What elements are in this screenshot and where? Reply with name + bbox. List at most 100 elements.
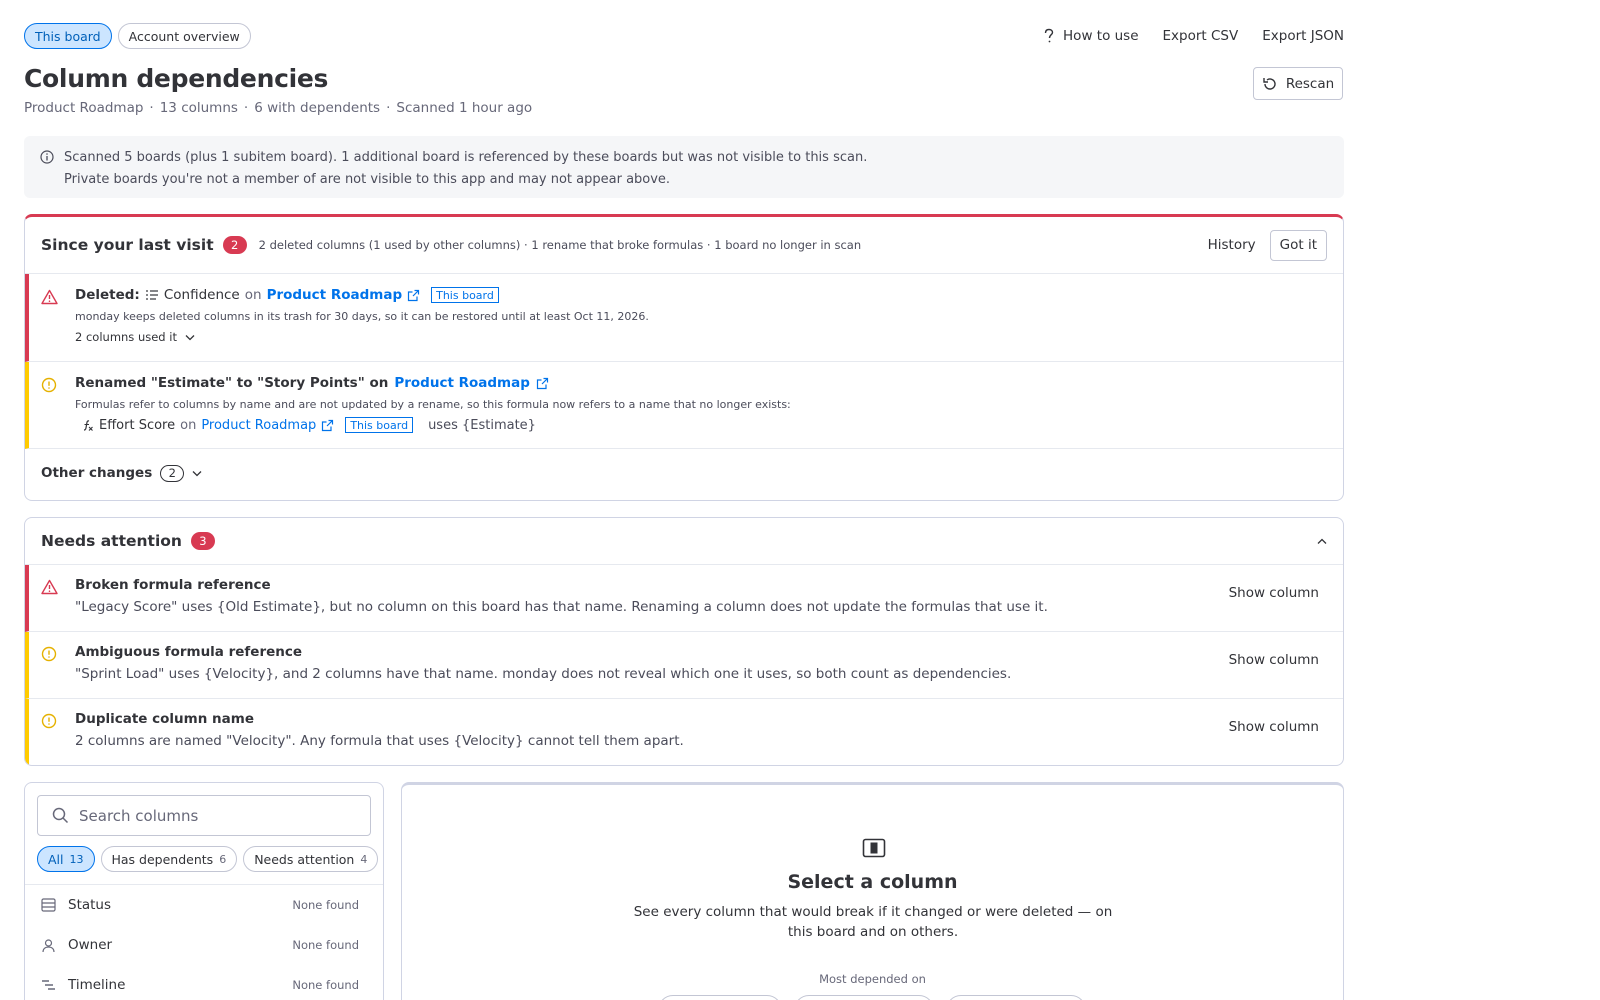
external-link-icon[interactable] (407, 289, 420, 302)
search-icon (52, 807, 69, 824)
status-icon (41, 898, 56, 912)
formula-icon (81, 419, 94, 432)
rescan-label: Rescan (1285, 75, 1335, 92)
this-board-tag: This board (431, 287, 499, 303)
history-button[interactable]: History (1208, 237, 1256, 253)
got-it-button[interactable]: Got it (1269, 229, 1327, 261)
since-header: Since your last visit 2 2 deleted column… (25, 217, 1343, 274)
refresh-icon (1262, 76, 1278, 92)
filter-has-dependents[interactable]: Has dependents 6 (100, 846, 238, 872)
attention-item: Broken formula reference "Legacy Score" … (25, 565, 1343, 632)
warning-circle-icon (41, 713, 57, 729)
filter-count: 6 (219, 852, 227, 866)
renamed-row: Renamed "Estimate" to "Story Points" on … (25, 362, 1343, 449)
deleted-row: Deleted: Confidence on Product Roadmap T… (25, 274, 1343, 362)
attention-header[interactable]: Needs attention 3 (25, 518, 1343, 565)
column-chip[interactable] (658, 995, 782, 1000)
attention-item-desc: "Sprint Load" uses {Velocity}, and 2 col… (75, 666, 1012, 682)
top-bar: This board Account overview How to use E… (24, 23, 1344, 49)
column-name: Owner (68, 937, 113, 953)
on-label: on (244, 287, 262, 303)
rescan-button[interactable]: Rescan (1253, 67, 1343, 100)
person-icon (41, 938, 56, 953)
column-name: Timeline (68, 977, 126, 993)
info-line-2: Private boards you're not a member of ar… (64, 172, 671, 187)
show-column-button[interactable]: Show column (1229, 652, 1319, 668)
attention-item-desc: 2 columns are named "Velocity". Any form… (75, 733, 684, 749)
separator: · (386, 100, 391, 116)
board-link[interactable]: Product Roadmap (201, 418, 316, 433)
list-item[interactable]: Status None found (25, 885, 383, 925)
how-to-use-link[interactable]: How to use (1043, 28, 1139, 44)
warning-triangle-icon (41, 579, 58, 595)
filter-all[interactable]: All 13 (37, 846, 95, 872)
attention-item-title: Broken formula reference (75, 577, 271, 593)
renamed-note: Formulas refer to columns by name and ar… (75, 398, 791, 411)
formula-column-name: Effort Score (99, 417, 176, 433)
separator: · (149, 100, 154, 116)
other-changes-count: 2 (160, 464, 185, 482)
search-input[interactable]: Search columns (37, 795, 371, 836)
filter-label: All (48, 851, 64, 867)
filter-needs-attention[interactable]: Needs attention 4 (243, 846, 379, 872)
column-list: Status None found Owner None found Timel… (25, 884, 383, 1000)
search-placeholder: Search columns (79, 806, 199, 825)
list-item[interactable]: Owner None found (25, 925, 383, 965)
info-line-1: Scanned 5 boards (plus 1 subitem board).… (64, 150, 868, 165)
show-column-button[interactable]: Show column (1229, 719, 1319, 735)
chevron-up-icon[interactable] (1317, 538, 1327, 545)
column-select-icon (862, 838, 886, 858)
page-title: Column dependencies (24, 64, 329, 93)
most-depended-label: Most depended on (819, 972, 926, 986)
question-icon (1043, 28, 1055, 44)
since-count-badge: 2 (222, 236, 247, 254)
board-link[interactable]: Product Roadmap (394, 375, 530, 391)
dependents-count: 6 with dependents (254, 100, 381, 116)
most-depended-chips (658, 995, 1086, 1000)
attention-item-title: Ambiguous formula reference (75, 644, 303, 660)
detail-title: Select a column (787, 871, 958, 893)
timeline-icon (41, 978, 56, 992)
this-board-tag: This board (345, 417, 414, 433)
warning-triangle-icon (41, 289, 58, 305)
filter-label: Needs attention (254, 851, 355, 867)
attention-item-desc: "Legacy Score" uses {Old Estimate}, but … (75, 599, 1048, 615)
detail-panel: Select a column See every column that wo… (401, 782, 1344, 1000)
filter-label: Has dependents (111, 851, 214, 867)
info-banner: Scanned 5 boards (plus 1 subitem board).… (24, 136, 1344, 198)
columns-panel: Search columns All 13 Has dependents 6 N… (24, 782, 384, 1000)
attention-item-title: Duplicate column name (75, 711, 254, 727)
columns-used-toggle[interactable]: 2 columns used it (75, 330, 1343, 344)
since-title: Since your last visit (41, 236, 214, 254)
separator: · (243, 100, 249, 116)
uses-label: uses {Estimate} (428, 417, 536, 433)
external-link-icon[interactable] (321, 419, 334, 432)
column-chip[interactable] (794, 995, 934, 1000)
since-last-visit-card: Since your last visit 2 2 deleted column… (24, 214, 1344, 501)
chevron-down-icon (185, 334, 195, 341)
list-item[interactable]: Timeline None found (25, 965, 383, 1000)
on-label: on (180, 417, 197, 433)
export-json-button[interactable]: Export JSON (1262, 28, 1344, 44)
deleted-note: monday keeps deleted columns in its tras… (75, 310, 649, 323)
column-name: Status (68, 897, 112, 913)
warning-circle-icon (41, 646, 57, 662)
show-column-button[interactable]: Show column (1229, 585, 1319, 601)
dependents-state: None found (292, 898, 359, 912)
dependents-state: None found (292, 978, 359, 992)
chevron-down-icon (192, 470, 202, 477)
renamed-label: Renamed "Estimate" to "Story Points" on (75, 375, 389, 391)
column-chip[interactable] (946, 995, 1086, 1000)
since-summary: 2 deleted columns (1 used by other colum… (258, 238, 862, 252)
other-changes-toggle[interactable]: Other changes 2 (25, 449, 1343, 497)
top-actions: How to use Export CSV Export JSON (1043, 28, 1344, 44)
external-link-icon[interactable] (536, 377, 549, 390)
attention-item: Duplicate column name 2 columns are name… (25, 699, 1343, 765)
export-csv-button[interactable]: Export CSV (1163, 28, 1239, 44)
tab-account-overview[interactable]: Account overview (117, 23, 251, 49)
tab-this-board[interactable]: This board (24, 23, 112, 49)
filter-count: 4 (360, 852, 368, 866)
deleted-column-name: Confidence (163, 287, 240, 303)
scan-time: Scanned 1 hour ago (396, 100, 533, 116)
board-link[interactable]: Product Roadmap (267, 287, 403, 303)
